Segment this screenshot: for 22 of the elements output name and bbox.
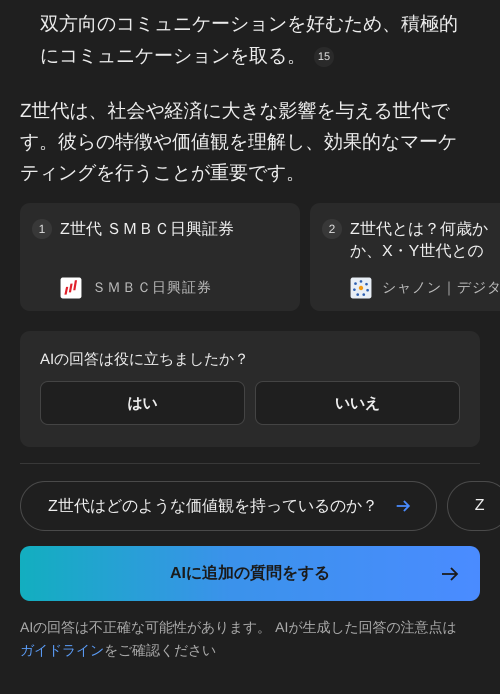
list-item-text: 双方向のコミュニケーションを好むため、積極的にコミュニケーションを取る。 15	[40, 13, 459, 69]
source-card[interactable]: 1 Z世代 ＳＭＢＣ日興証券 ＳＭＢＣ日興証券	[20, 203, 300, 311]
number-badge: 1	[32, 219, 52, 239]
summary-text: Z世代は、社会や経済に大きな影響を与える世代です。彼らの特徴や価値観を理解し、効果的なマーケティングを行うことが重要です。	[20, 100, 458, 186]
logo-icon	[60, 277, 82, 299]
feedback-button[interactable]: いいえ	[255, 381, 460, 425]
number-badge: 2	[322, 219, 342, 239]
feedback-question: AIの回答は役に立ちましたか？	[40, 350, 250, 370]
source-site: シャノン｜デジタ	[382, 279, 500, 297]
source-title: Z世代 ＳＭＢＣ日興証券	[60, 220, 234, 240]
ask-ai-button[interactable]: AIに追加の質問をする	[20, 546, 480, 601]
citation-badge[interactable]: 15	[314, 46, 334, 67]
source-title: か、X・Y世代との	[350, 242, 484, 262]
guidelines-link[interactable]: ガイドライン	[20, 642, 104, 658]
suggestion-chip[interactable]: Z	[446, 481, 500, 531]
source-card[interactable]: 2 Z世代とは？何歳か か、X・Y世代との シャノン｜デジタ	[310, 203, 500, 311]
disclaimer-text: AIの回答は不正確な可能性があります。 AIが生成した回答の注意点は ガイドラインをご確認ください	[20, 618, 458, 660]
suggestion-chip[interactable]: Z世代はどのような価値観を持っているのか？	[20, 481, 437, 531]
source-title: Z世代とは？何歳か	[350, 220, 488, 240]
feedback-button[interactable]: はい	[40, 381, 245, 425]
source-site: ＳＭＢＣ日興証券	[92, 279, 212, 297]
logo-icon	[350, 277, 372, 299]
